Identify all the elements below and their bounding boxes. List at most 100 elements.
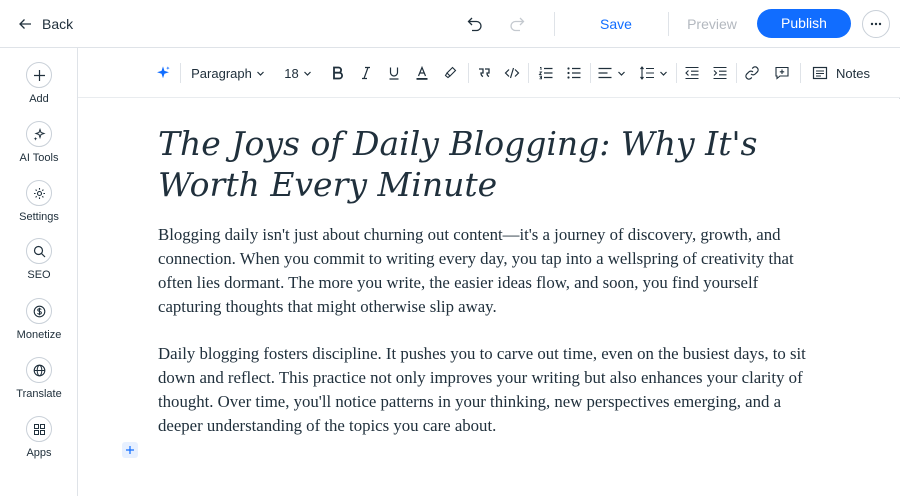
- bold-button[interactable]: [328, 62, 348, 84]
- sidebar-item-label: Apps: [26, 447, 52, 459]
- top-bar: Back Save Preview Publish: [0, 0, 900, 48]
- add-comment-button[interactable]: [772, 62, 792, 84]
- post-title[interactable]: The Joys of Daily Blogging: Why It's Wor…: [158, 123, 798, 205]
- side-icon-circle: [26, 180, 52, 206]
- chevron-down-icon: [659, 71, 667, 76]
- publish-button[interactable]: Publish: [757, 9, 851, 38]
- link-button[interactable]: [742, 62, 762, 84]
- side-icon-circle: [26, 238, 52, 264]
- divider: [676, 63, 677, 83]
- dollar-icon: [33, 305, 45, 317]
- bold-icon: [333, 66, 343, 80]
- globe-icon: [33, 364, 45, 376]
- left-sidebar: Add AI Tools Settings SEO Monetize Trans…: [0, 48, 78, 496]
- bulleted-list-button[interactable]: [564, 62, 584, 84]
- divider: [800, 63, 801, 83]
- formatting-toolbar: Paragraph 18 Notes: [78, 48, 900, 98]
- line-spacing-icon: [639, 66, 654, 80]
- side-icon-circle: [26, 121, 52, 147]
- sidebar-item-label: AI Tools: [19, 152, 59, 164]
- increase-indent-button[interactable]: [710, 62, 730, 84]
- quote-icon: [479, 68, 490, 78]
- gear-icon: [33, 187, 45, 199]
- align-left-icon: [598, 67, 611, 79]
- link-icon: [745, 66, 759, 80]
- redo-button[interactable]: [506, 13, 528, 35]
- sidebar-item-monetize[interactable]: Monetize: [0, 298, 78, 348]
- add-block-button[interactable]: [122, 442, 138, 458]
- side-icon-circle: [26, 62, 52, 88]
- alignment-dropdown[interactable]: [596, 62, 626, 84]
- outdent-icon: [685, 66, 699, 80]
- indent-icon: [713, 66, 727, 80]
- highlight-button[interactable]: [440, 62, 460, 84]
- sidebar-item-label: Monetize: [16, 329, 62, 341]
- search-icon: [33, 245, 45, 257]
- sidebar-item-label: SEO: [27, 269, 51, 281]
- underline-icon: [389, 67, 399, 80]
- notes-icon: [812, 66, 828, 80]
- chevron-down-icon: [303, 71, 311, 76]
- numbered-list-icon: [538, 67, 553, 80]
- ai-assist-button[interactable]: [152, 62, 174, 84]
- plus-icon: [33, 69, 45, 81]
- undo-button[interactable]: [464, 13, 486, 35]
- code-icon: [504, 67, 520, 79]
- notes-button[interactable]: Notes: [812, 62, 876, 84]
- sidebar-item-ai-tools[interactable]: AI Tools: [0, 121, 78, 171]
- sparkle-icon: [157, 66, 170, 79]
- divider: [668, 12, 669, 36]
- divider: [554, 12, 555, 36]
- line-spacing-dropdown[interactable]: [636, 62, 670, 84]
- font-size-dropdown[interactable]: 18: [278, 62, 318, 84]
- divider: [590, 63, 591, 83]
- sidebar-item-add[interactable]: Add: [0, 62, 78, 112]
- font-size-value: 18: [284, 65, 299, 81]
- ellipsis-icon: [870, 22, 882, 26]
- sparkle-icon: [33, 127, 46, 141]
- save-button[interactable]: Save: [588, 14, 644, 34]
- plus-icon: [126, 446, 134, 454]
- sidebar-item-settings[interactable]: Settings: [0, 180, 78, 230]
- chevron-down-icon: [256, 71, 264, 76]
- paragraph-style-value: Paragraph: [191, 65, 252, 81]
- post-paragraph[interactable]: Blogging daily isn't just about churning…: [158, 223, 823, 319]
- highlighter-icon: [444, 66, 457, 79]
- sidebar-item-label: Add: [29, 93, 49, 105]
- redo-icon: [510, 17, 525, 32]
- post-paragraph[interactable]: Daily blogging fosters discipline. It pu…: [158, 342, 823, 438]
- divider: [180, 63, 181, 83]
- divider: [468, 63, 469, 83]
- sidebar-item-label: Translate: [16, 388, 62, 400]
- sidebar-item-apps[interactable]: Apps: [0, 416, 78, 466]
- code-button[interactable]: [502, 62, 522, 84]
- italic-icon: [362, 66, 370, 80]
- divider: [736, 63, 737, 83]
- text-color-icon: [416, 65, 428, 80]
- back-label: Back: [42, 16, 74, 32]
- arrow-left-icon: [19, 19, 31, 29]
- editor-canvas[interactable]: The Joys of Daily Blogging: Why It's Wor…: [78, 99, 900, 496]
- sidebar-item-seo[interactable]: SEO: [0, 238, 78, 288]
- numbered-list-button[interactable]: [536, 62, 556, 84]
- bulleted-list-icon: [567, 67, 581, 79]
- quote-button[interactable]: [474, 62, 494, 84]
- side-icon-circle: [26, 357, 52, 383]
- notes-label: Notes: [836, 65, 870, 81]
- italic-button[interactable]: [356, 62, 376, 84]
- sidebar-item-translate[interactable]: Translate: [0, 357, 78, 407]
- chevron-down-icon: [617, 71, 625, 76]
- text-color-button[interactable]: [412, 62, 432, 84]
- divider: [528, 63, 529, 83]
- more-button[interactable]: [862, 10, 890, 38]
- underline-button[interactable]: [384, 62, 404, 84]
- side-icon-circle: [26, 298, 52, 324]
- sidebar-item-label: Settings: [19, 211, 59, 223]
- back-button[interactable]: Back: [18, 14, 73, 34]
- comment-plus-icon: [775, 66, 789, 80]
- paragraph-style-dropdown[interactable]: Paragraph: [188, 62, 268, 84]
- preview-button[interactable]: Preview: [684, 14, 740, 34]
- undo-icon: [467, 17, 482, 32]
- apps-icon: [33, 423, 45, 435]
- decrease-indent-button[interactable]: [682, 62, 702, 84]
